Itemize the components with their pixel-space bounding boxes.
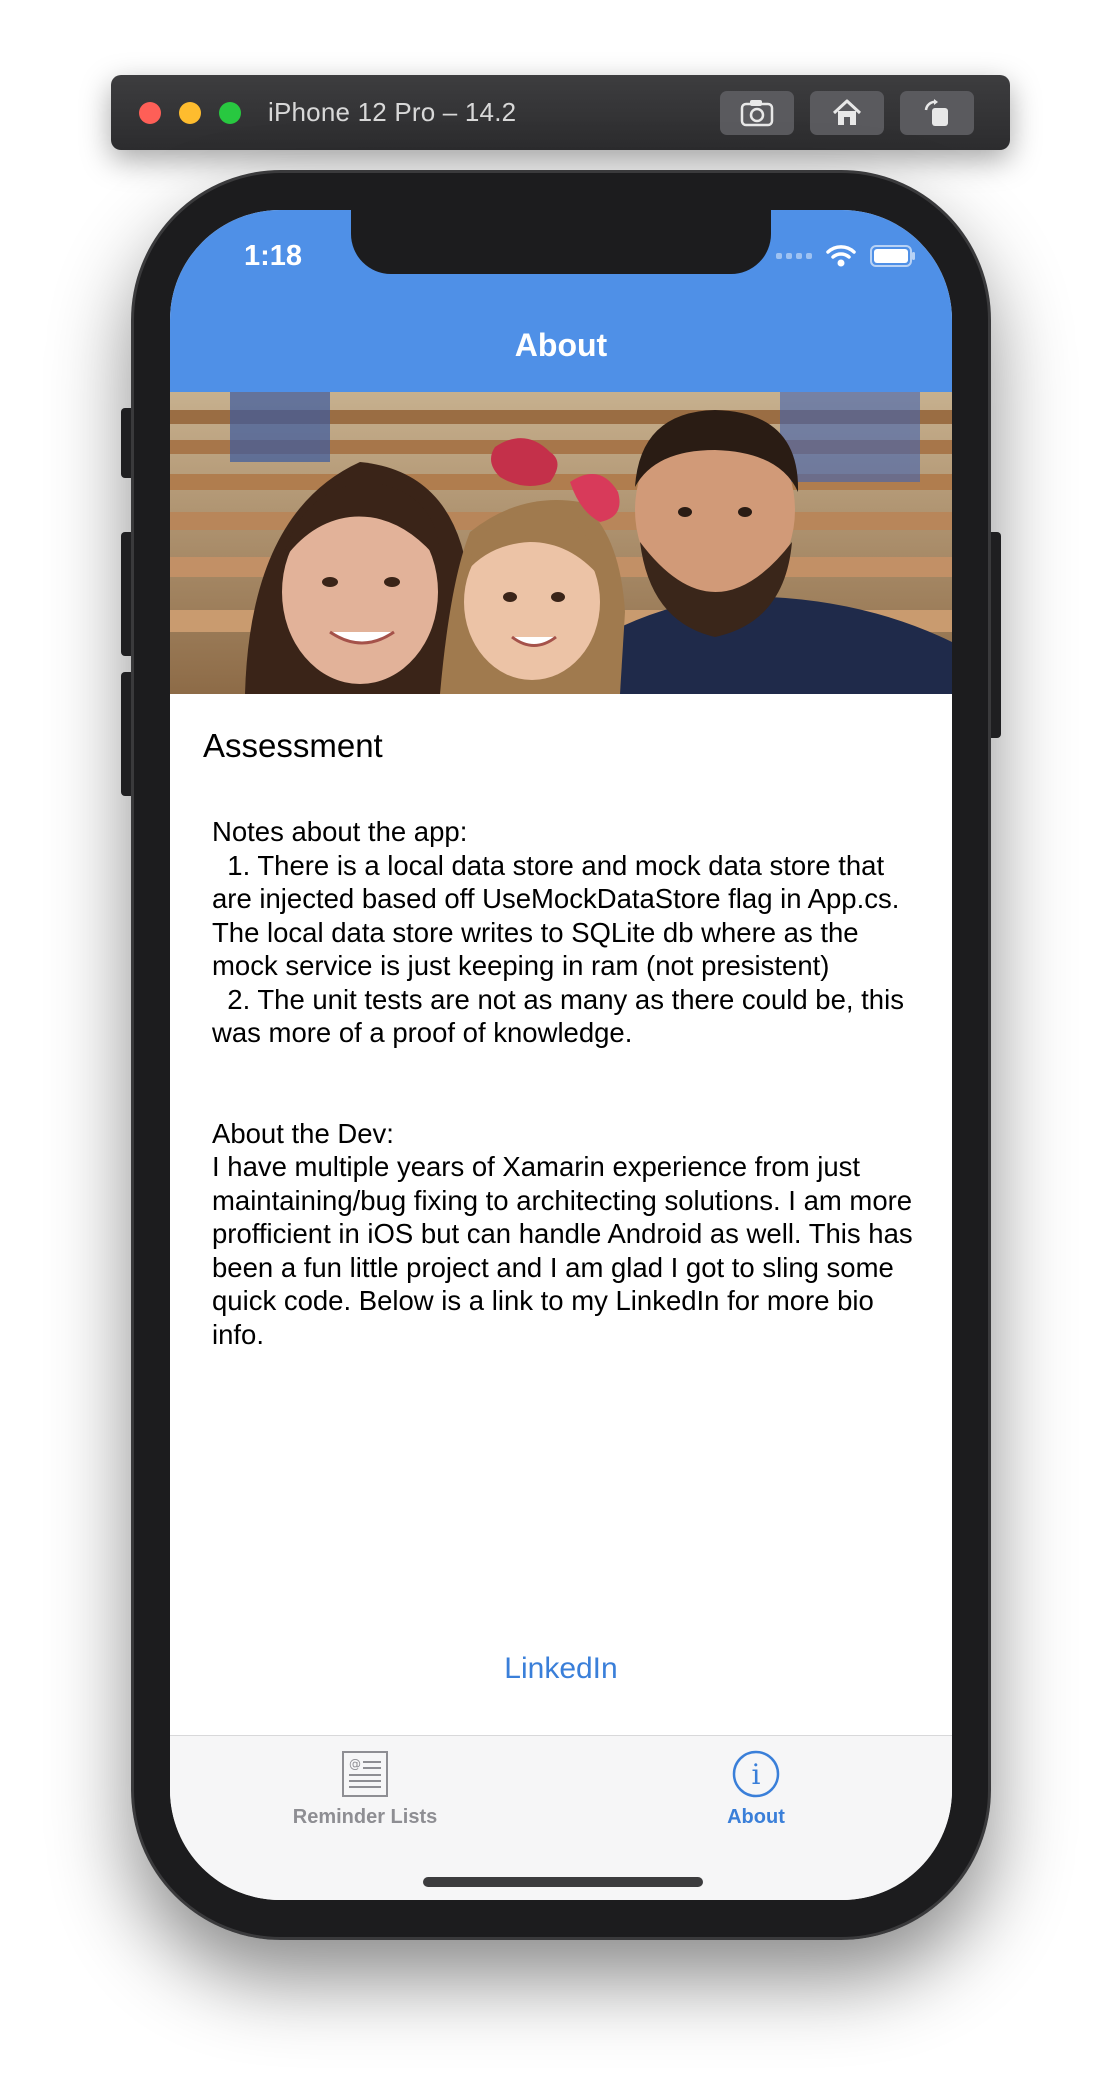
svg-text:@: @ [349, 1757, 361, 1771]
close-window-button[interactable] [139, 102, 161, 124]
zoom-window-button[interactable] [219, 102, 241, 124]
tab-reminder-lists-label: Reminder Lists [292, 1806, 438, 1828]
tab-reminder-lists[interactable]: @ Reminder Lists [245, 1736, 485, 1846]
about-body-text: Notes about the app: 1. There is a local… [212, 816, 913, 1350]
page-title: About [514, 327, 608, 363]
status-time: 1:18 [244, 240, 303, 272]
tab-bar: @ Reminder Lists i About [170, 1735, 952, 1900]
reminder-list-icon: @ [342, 1751, 388, 1797]
screenshot-button[interactable] [720, 91, 794, 135]
svg-text:i: i [752, 1758, 761, 1791]
wifi-icon [826, 245, 856, 267]
screenshot-icon [740, 100, 774, 127]
rotate-icon [924, 99, 948, 126]
home-icon [832, 99, 862, 125]
simulator-toolbar: iPhone 12 Pro – 14.2 [111, 75, 1010, 150]
profile-photo [170, 392, 952, 694]
section-title: Assessment [203, 727, 383, 764]
linkedin-link[interactable]: LinkedIn [170, 1652, 952, 1686]
home-button[interactable] [810, 91, 884, 135]
minimize-window-button[interactable] [179, 102, 201, 124]
cellular-signal-icon [776, 253, 812, 259]
navigation-bar: 1:18 About [170, 210, 952, 392]
notch [351, 210, 771, 274]
tab-about[interactable]: i About [636, 1736, 876, 1846]
home-indicator[interactable] [423, 1877, 703, 1887]
family-photo-image [170, 392, 952, 694]
simulator-title: iPhone 12 Pro – 14.2 [268, 97, 517, 127]
info-icon: i [732, 1750, 780, 1798]
battery-icon [870, 245, 915, 267]
status-icons [776, 244, 916, 268]
phone-screen: 1:18 About Assessment Notes about the ap… [170, 210, 952, 1900]
rotate-button[interactable] [900, 91, 974, 135]
tab-about-label: About [727, 1806, 785, 1828]
